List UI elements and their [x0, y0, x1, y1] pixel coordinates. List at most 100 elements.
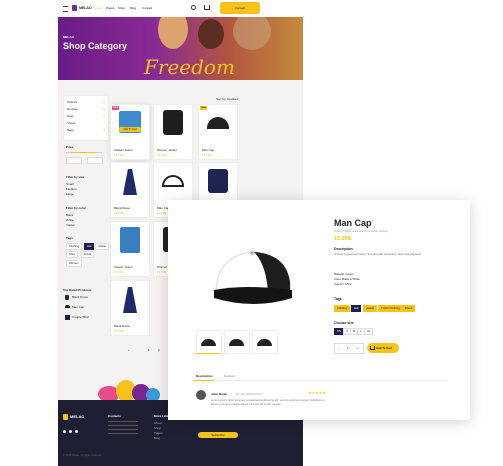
search-icon[interactable] — [191, 5, 196, 10]
sort-dropdown[interactable]: Sort by: Updates — [216, 97, 250, 101]
tags-heading: Tags — [334, 297, 342, 301]
size-option[interactable]: Small — [66, 182, 74, 186]
quantity-stepper[interactable]: − 1 + — [334, 343, 364, 354]
cap-image — [162, 175, 184, 187]
tag-chip[interactable]: Dress — [402, 305, 416, 312]
sidebar-tag[interactable]: Shirt — [66, 251, 78, 258]
category-item[interactable]: Shoes 7 — [67, 121, 105, 125]
top-rated-thumb[interactable] — [65, 305, 70, 308]
product-thumbnail[interactable] — [224, 330, 250, 354]
hero-person-3 — [233, 17, 271, 50]
tag-chip[interactable]: Jacket — [363, 305, 378, 312]
product-card[interactable]: Black Dress 25.00$ — [110, 162, 150, 218]
dress-image — [123, 287, 137, 313]
nav-item-pages[interactable]: Pages — [106, 6, 115, 10]
sidebar-tag[interactable]: Dress — [81, 251, 95, 258]
footer-link[interactable]: Pages — [154, 431, 163, 435]
sidebar-tag[interactable]: Women — [66, 260, 82, 267]
filter-size-heading: Filter by size — [66, 175, 85, 179]
cap-illustration — [214, 251, 292, 304]
review-stars: ★★★★★ — [308, 391, 326, 395]
product-card[interactable]: Black Dress 25.00$ — [110, 280, 150, 336]
top-rated-item[interactable]: Man Cap — [72, 305, 84, 309]
reviewer-avatar — [196, 390, 206, 400]
sidebar-tag[interactable]: Hat — [84, 243, 95, 250]
add-to-cart-label: Add To Cart — [376, 346, 392, 350]
tag-chip[interactable]: Clothing — [334, 305, 351, 312]
description-text: A hat is a great accessory. Sun and rain… — [334, 252, 422, 256]
facebook-icon[interactable] — [63, 430, 66, 433]
logo-icon[interactable] — [72, 5, 77, 11]
cap-image — [207, 117, 229, 129]
page-number[interactable]: 1 — [148, 348, 150, 352]
size-option[interactable]: XL — [364, 328, 374, 335]
tab-reviews[interactable]: Reviews — [224, 374, 235, 378]
top-rated-item[interactable]: Black Dress — [72, 295, 88, 299]
tag-chip[interactable]: T-shirt Clothing — [378, 305, 403, 312]
hero-banner: MELAO Shop Category Freedom — [58, 17, 303, 80]
add-to-cart-button[interactable]: Add To Cart — [119, 127, 141, 132]
instagram-icon[interactable] — [75, 430, 78, 433]
jeans-image — [120, 227, 140, 253]
footer-contacts-lines — [108, 421, 138, 422]
category-item[interactable]: Bags 4 — [67, 128, 105, 132]
tab-description[interactable]: Description — [196, 374, 213, 378]
nav-item-blog[interactable]: Blog — [130, 6, 136, 10]
pagination-prev[interactable]: ‹ — [128, 348, 129, 352]
nav-item-contact[interactable]: Contact — [142, 6, 152, 10]
product-card[interactable]: Women Jacket 22.00$ — [153, 104, 193, 160]
product-price: 15.00$ — [114, 270, 124, 274]
size-option[interactable]: Medium — [66, 187, 77, 191]
paint-splash — [98, 378, 168, 402]
contact-button[interactable]: Contact — [220, 2, 260, 14]
dress-image — [123, 169, 137, 195]
cart-icon — [370, 346, 375, 350]
footer-link[interactable]: Shop — [154, 426, 161, 430]
quantity-plus[interactable]: + — [357, 346, 359, 350]
category-list: Clothes 9 Dresses 12 Hats 6 Shoes 7 Bags 4 — [63, 95, 109, 141]
footer-link[interactable]: Blog — [154, 436, 160, 440]
review-date: 24 Jan 2018 at 8pm — [236, 392, 263, 396]
product-name: Women Jacket — [157, 148, 177, 152]
product-card[interactable]: Sale Add To Cart Classic Jeans 15.00$ — [110, 104, 150, 160]
footer-contacts-heading: Contacts — [108, 414, 121, 418]
twitter-icon[interactable] — [69, 430, 72, 433]
product-badge: Sale — [112, 106, 120, 110]
hero-brand: MELAO — [63, 35, 74, 39]
top-rated-thumb[interactable] — [65, 315, 70, 320]
sidebar-tag[interactable]: Jacket — [95, 243, 110, 250]
quantity-minus[interactable]: − — [338, 346, 340, 350]
footer-logo-text: MELAO — [70, 415, 85, 419]
category-item[interactable]: Clothes 9 — [67, 100, 105, 104]
size-option[interactable]: Large — [66, 192, 74, 196]
sidebar-tag[interactable]: Clothing — [66, 243, 83, 250]
logo-text: MELAO — [79, 6, 92, 10]
category-item[interactable]: Hats 6 — [67, 114, 105, 118]
product-thumbnail[interactable] — [196, 330, 222, 354]
add-to-cart-button[interactable]: Add To Cart — [367, 343, 399, 353]
price-max-input[interactable] — [87, 157, 103, 164]
product-thumbnail[interactable] — [252, 330, 278, 354]
nav-item-home[interactable]: Home — [94, 6, 102, 10]
category-item[interactable]: Dresses 12 — [67, 107, 105, 111]
menu-icon[interactable] — [63, 6, 68, 12]
nav-item-shop[interactable]: Shop — [118, 6, 125, 10]
top-rated-thumb[interactable] — [65, 295, 69, 300]
page-number[interactable]: 2 — [158, 348, 160, 352]
footer-logo-icon — [63, 414, 68, 420]
footer-link[interactable]: About — [154, 421, 162, 425]
subscribe-button[interactable]: Subscribe — [198, 432, 238, 438]
product-name: Man Cap — [202, 148, 215, 152]
product-price: 15.00$ — [334, 236, 351, 242]
color-option[interactable]: White — [66, 218, 74, 222]
top-rated-item[interactable]: Couple Tshirt — [72, 315, 89, 319]
tag-chip[interactable]: Hat — [351, 305, 362, 312]
product-card[interactable]: Classic Jeans 15.00$ — [110, 221, 150, 277]
size-heading: Choose size — [334, 321, 354, 325]
cart-icon[interactable] — [204, 5, 210, 10]
price-min-input[interactable] — [66, 157, 82, 164]
product-card[interactable]: New Man Cap 15.00$ — [198, 104, 238, 160]
color-option[interactable]: Black — [66, 213, 73, 217]
color-option[interactable]: Yellow — [66, 223, 75, 227]
quantity-value[interactable]: 1 — [347, 346, 349, 350]
